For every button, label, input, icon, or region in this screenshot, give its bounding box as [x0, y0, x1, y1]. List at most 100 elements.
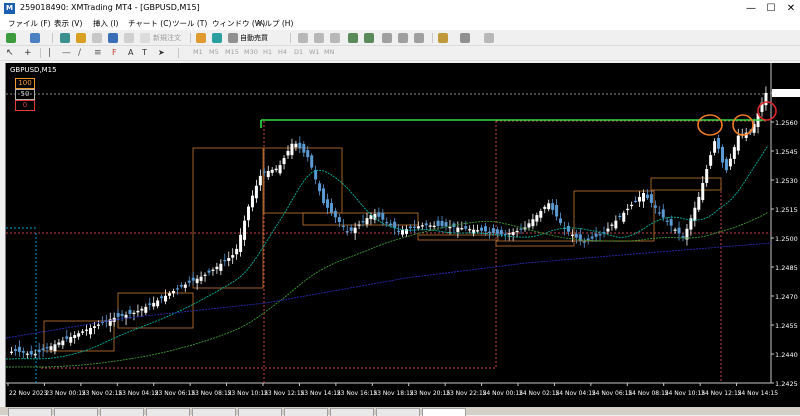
- channel-icon[interactable]: ≡: [94, 48, 104, 58]
- timeframe-h4[interactable]: H4: [278, 48, 287, 56]
- candle-bear: [499, 229, 503, 235]
- candle-bull: [515, 230, 519, 233]
- candle-bull: [610, 224, 614, 226]
- candle-bull: [250, 195, 254, 208]
- candle-bull: [736, 135, 740, 151]
- timeframe-h1[interactable]: H1: [263, 48, 272, 56]
- candle-bull: [140, 308, 144, 311]
- candle-bear: [555, 205, 559, 217]
- candle-bull: [231, 255, 235, 258]
- timeframe-w1[interactable]: W1: [309, 48, 320, 56]
- line-studies-toolbar: ↖ + | — / ≡ F A T ➤ M1 M5 M15 M30 H1 H4 …: [0, 46, 800, 61]
- candle-bear: [645, 194, 649, 198]
- signals-icon[interactable]: [212, 33, 222, 43]
- label-icon[interactable]: T: [142, 48, 152, 58]
- auto-scroll-icon[interactable]: [398, 33, 408, 43]
- bar-chart-icon[interactable]: [298, 33, 308, 43]
- candle-bear: [45, 347, 49, 349]
- templates-icon[interactable]: [484, 33, 494, 43]
- toolbar-separator: [52, 33, 53, 43]
- periods-icon[interactable]: [460, 33, 470, 43]
- profiles-icon[interactable]: [30, 33, 40, 43]
- chart-window[interactable]: 1.25751.25601.25451.25301.25151.25001.24…: [5, 63, 800, 408]
- time-axis-label: 24 Nov 12:15: [701, 390, 742, 397]
- timeframe-m1[interactable]: M1: [193, 48, 203, 56]
- candle-bear: [491, 228, 495, 233]
- indicators-icon[interactable]: [438, 33, 448, 43]
- crosshair-icon[interactable]: +: [24, 48, 34, 58]
- candle-bull: [81, 331, 85, 333]
- timeframe-mn[interactable]: MN: [324, 48, 334, 56]
- zoom-in-icon[interactable]: [348, 33, 358, 43]
- candlestick-chart-icon[interactable]: [314, 33, 324, 43]
- menu-file[interactable]: ファイル (F): [8, 18, 51, 29]
- minimize-button[interactable]: —: [743, 2, 759, 15]
- candle-bull: [73, 335, 77, 339]
- candle-bull: [401, 230, 405, 235]
- auto-trading-button[interactable]: 自動売買: [240, 33, 268, 43]
- terminal-icon[interactable]: [108, 33, 118, 43]
- candle-bear: [408, 226, 412, 229]
- candle-bull: [211, 269, 215, 271]
- timeframe-d1[interactable]: D1: [294, 48, 303, 56]
- candle-bear: [717, 138, 721, 149]
- market-watch-icon[interactable]: [60, 33, 70, 43]
- time-axis-label: 23 Nov 18:15: [373, 390, 414, 397]
- horizontal-line-icon[interactable]: —: [62, 48, 72, 58]
- auto-trading-icon[interactable]: [228, 33, 238, 43]
- candle-bull: [168, 293, 171, 296]
- candle-bull: [448, 226, 452, 229]
- new-order-button[interactable]: 新規注文: [153, 33, 181, 43]
- menu-chart[interactable]: チャート (C): [128, 18, 171, 29]
- candle-bull: [531, 219, 535, 227]
- timeframe-m15[interactable]: M15: [225, 48, 239, 56]
- data-window-icon[interactable]: [76, 33, 86, 43]
- close-button[interactable]: ✕: [783, 2, 799, 15]
- candle-bull: [171, 291, 175, 294]
- maximize-button[interactable]: ☐: [763, 2, 779, 15]
- line-chart-icon[interactable]: [330, 33, 340, 43]
- fibonacci-icon[interactable]: F: [112, 48, 122, 58]
- candle-bear: [487, 231, 491, 233]
- candle-bear: [349, 227, 353, 231]
- fib-level-0: 0: [15, 100, 35, 111]
- toolbar-separator: [178, 48, 179, 58]
- navigator-icon[interactable]: [92, 33, 102, 43]
- timeframe-m5[interactable]: M5: [209, 48, 219, 56]
- candle-bull: [468, 229, 472, 231]
- time-axis-label: 24 Nov 00:15: [483, 390, 524, 397]
- menu-insert[interactable]: 挿入 (I): [93, 18, 118, 29]
- candle-bear: [160, 296, 164, 299]
- menu-view[interactable]: 表示 (V): [54, 18, 82, 29]
- zoom-out-icon[interactable]: [364, 33, 374, 43]
- new-chart-icon[interactable]: [6, 33, 16, 43]
- candle-bull: [369, 215, 373, 220]
- menu-tools[interactable]: ツール (T): [172, 18, 207, 29]
- chart-shift-icon[interactable]: [414, 33, 424, 43]
- timeframe-m30[interactable]: M30: [244, 48, 258, 56]
- toolbar-separator: [190, 33, 191, 43]
- vertical-line-icon[interactable]: |: [48, 48, 58, 58]
- menu-bar: ファイル (F) 表示 (V) 挿入 (I) チャート (C) ツール (T) …: [0, 17, 800, 30]
- candle-bear: [377, 212, 381, 217]
- candle-bull: [164, 295, 168, 302]
- trendline-icon[interactable]: /: [78, 48, 88, 58]
- arrow-icon[interactable]: ➤: [158, 48, 168, 58]
- metaeditor-icon[interactable]: [196, 33, 206, 43]
- candle-bear: [337, 217, 341, 223]
- candle-bear: [298, 142, 302, 149]
- candle-bull: [638, 196, 642, 202]
- cursor-icon[interactable]: ↖: [6, 48, 16, 58]
- candle-bear: [381, 213, 385, 220]
- tile-windows-icon[interactable]: [382, 33, 392, 43]
- price-chart[interactable]: 1.25751.25601.25451.25301.25151.25001.24…: [6, 63, 800, 408]
- candle-bear: [480, 227, 484, 231]
- strategy-tester-icon[interactable]: [124, 33, 134, 43]
- text-icon[interactable]: A: [128, 48, 138, 58]
- candle-bull: [432, 225, 436, 228]
- candle-bear: [120, 314, 124, 316]
- price-axis-label: 1.2455: [775, 322, 798, 330]
- new-order-icon[interactable]: [140, 33, 150, 43]
- menu-help[interactable]: ヘルプ (H): [257, 18, 293, 29]
- candle-bull: [57, 342, 61, 345]
